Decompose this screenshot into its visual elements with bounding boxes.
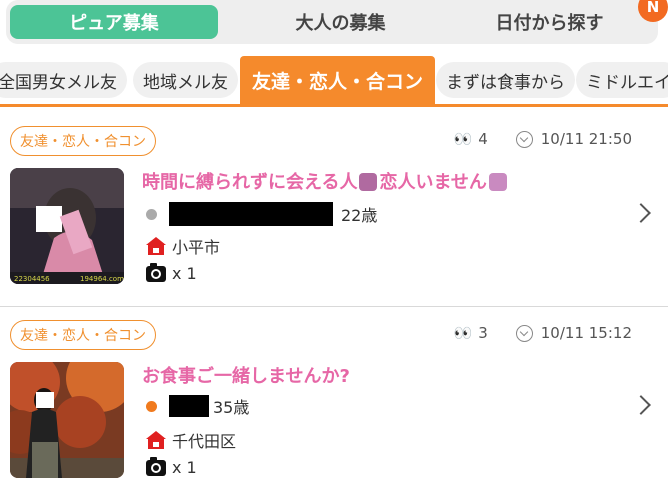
home-icon (146, 237, 166, 255)
photo-count-row: x 1 (146, 456, 197, 477)
user-age: 22歳 (341, 206, 378, 225)
user-info-row: 35歳 (146, 394, 249, 418)
camera-icon (146, 456, 166, 476)
views-icon: 👀 (453, 324, 473, 342)
category-meal-first[interactable]: まずは食事から (436, 62, 575, 98)
user-location: 千代田区 (172, 432, 237, 451)
face-emoji-icon (359, 173, 378, 191)
photo-count: x 1 (172, 264, 197, 283)
category-nationwide-mail-friend[interactable]: 全国男女メル友 (0, 62, 127, 98)
post-title-text-2: 恋人いません (379, 172, 487, 193)
photo-count: x 1 (172, 458, 197, 477)
user-age: 35歳 (213, 398, 250, 417)
user-photo[interactable] (10, 362, 124, 478)
post-meta: 👀 4 10/11 21:50 (454, 130, 632, 148)
redacted-username (169, 395, 209, 417)
views-icon: 👀 (453, 130, 473, 148)
user-info-row: 22歳 (146, 202, 377, 226)
person-gesture-emoji-icon (488, 173, 507, 191)
status-dot (146, 400, 157, 412)
post-title[interactable]: お食事ご一緒しませんか? (142, 362, 350, 388)
category-tag: 友達・恋人・合コン (10, 320, 156, 350)
tab-adult-recruit[interactable]: 大人の募集 (236, 5, 445, 39)
post-title-text: 時間に縛られずに会える人 (142, 172, 358, 193)
svg-text:22304456: 22304456 (14, 275, 50, 283)
category-middle-age[interactable]: ミドルエイ (576, 62, 668, 98)
tab-pure-recruit[interactable]: ピュア募集 (10, 5, 218, 39)
post-card[interactable]: 友達・恋人・合コン 👀 4 10/11 21:50 22304456 19496… (0, 104, 668, 284)
clock-icon (515, 130, 533, 148)
svg-text:194964.com: 194964.com (80, 275, 124, 283)
status-dot (146, 208, 157, 220)
post-datetime: 10/11 21:50 (540, 130, 632, 148)
category-scroller[interactable]: 全国男女メル友 地域メル友 友達・恋人・合コン まずは食事から ミドルエイ (0, 56, 668, 107)
user-photo[interactable]: 22304456 194964.com (10, 168, 124, 284)
post-title[interactable]: 時間に縛られずに会える人 恋人いません (142, 168, 509, 194)
post-card[interactable]: 友達・恋人・合コン 👀 3 10/11 15:12 お食事ご一緒しませんか? 3… (0, 298, 668, 478)
top-tab-bar: ピュア募集 大人の募集 日付から探す (6, 0, 658, 44)
user-location: 小平市 (172, 238, 221, 257)
chevron-right-icon[interactable] (631, 395, 651, 415)
redacted-username (169, 202, 333, 226)
post-meta: 👀 3 10/11 15:12 (454, 324, 632, 342)
home-icon (146, 431, 166, 449)
view-count: 4 (478, 130, 488, 148)
category-friends-lovers-party[interactable]: 友達・恋人・合コン (240, 56, 436, 104)
category-tag: 友達・恋人・合コン (10, 126, 156, 156)
tab-search-by-date[interactable]: 日付から探す (445, 5, 654, 39)
view-count: 3 (478, 324, 488, 342)
chevron-right-icon[interactable] (631, 203, 651, 223)
post-datetime: 10/11 15:12 (540, 324, 632, 342)
photo-count-row: x 1 (146, 262, 197, 283)
clock-icon (515, 324, 533, 342)
camera-icon (146, 262, 166, 282)
location-row: 小平市 (146, 234, 220, 258)
category-local-mail-friend[interactable]: 地域メル友 (133, 62, 238, 98)
location-row: 千代田区 (146, 428, 236, 452)
